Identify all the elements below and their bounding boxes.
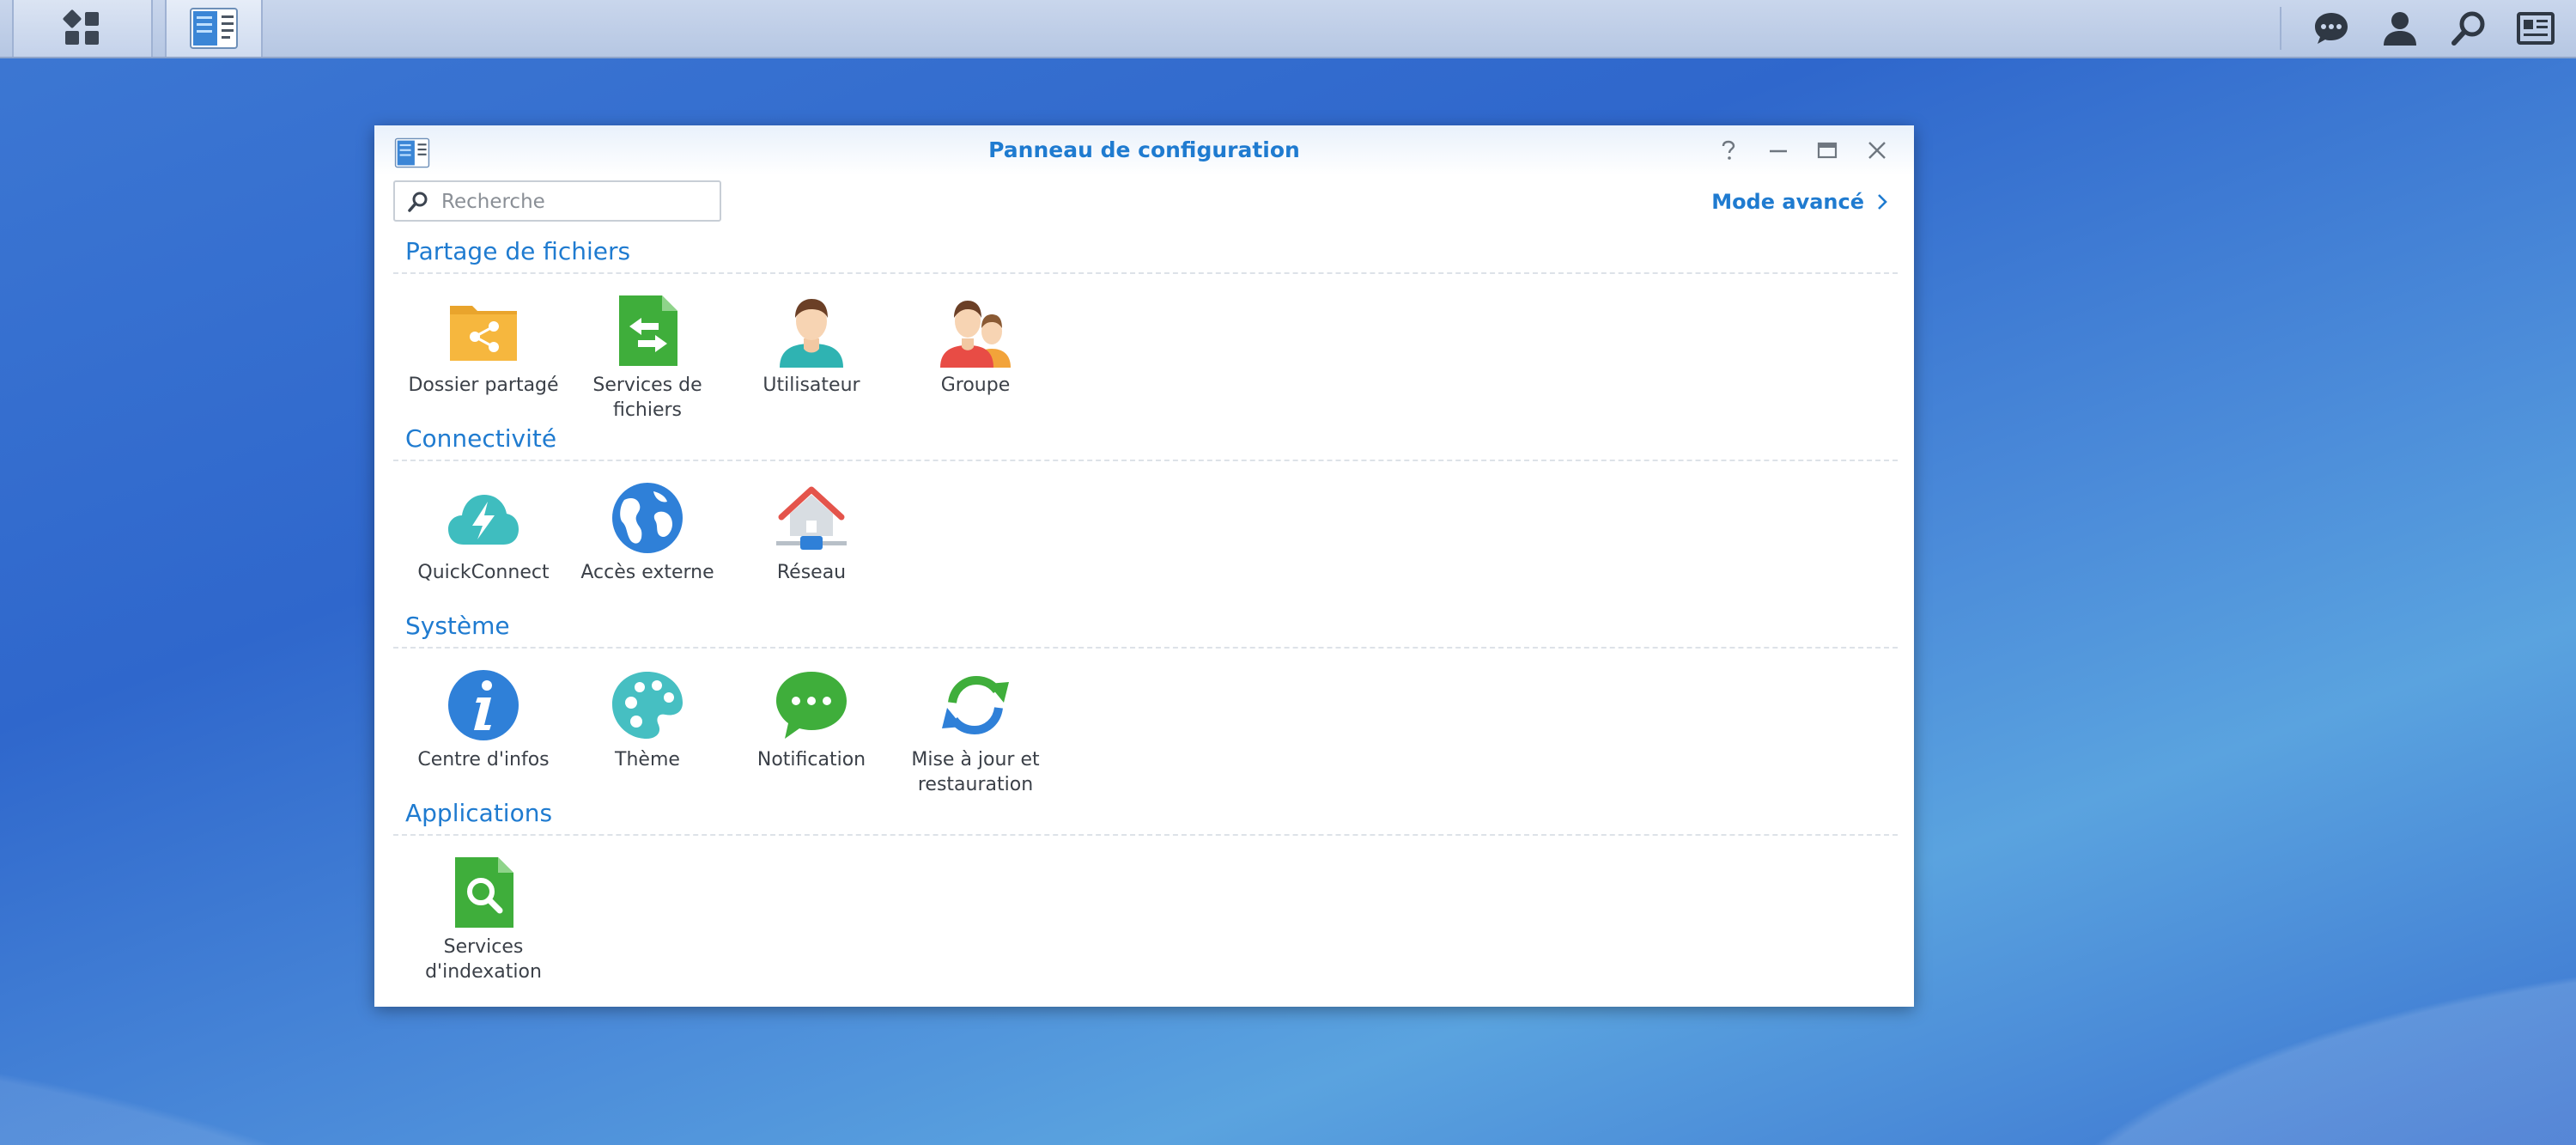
chevron-right-icon (1878, 194, 1887, 210)
item-info-center[interactable]: Centre d'infos (402, 668, 565, 772)
update-restore-icon (942, 675, 1009, 735)
search-icon (2451, 11, 2485, 46)
item-group[interactable]: Groupe (894, 294, 1057, 398)
chat-icon (2315, 13, 2348, 44)
file-services-icon (619, 295, 677, 366)
search-input[interactable] (440, 187, 718, 216)
item-theme[interactable]: Thème (566, 668, 729, 772)
section-divider (393, 834, 1898, 836)
window-titlebar[interactable]: Panneau de configuration (374, 125, 1914, 175)
taskbar (0, 0, 2576, 58)
main-menu-button[interactable] (12, 0, 153, 57)
search-box[interactable] (393, 180, 721, 222)
item-notification[interactable]: Notification (730, 668, 893, 772)
item-label: Accès externe (580, 562, 714, 583)
control-panel-taskbar-button[interactable] (165, 0, 263, 57)
item-update-restore[interactable]: Mise à jour et restauration (894, 668, 1057, 797)
close-button[interactable] (1864, 137, 1890, 163)
network-icon (776, 486, 847, 550)
item-label: Dossier partagé (408, 375, 559, 396)
minimize-button[interactable] (1765, 137, 1791, 163)
item-label: Utilisateur (762, 375, 860, 396)
user-icon (2384, 12, 2416, 46)
search-button[interactable] (2439, 0, 2499, 57)
taskbar-separator (2280, 7, 2281, 50)
notification-icon (776, 672, 847, 739)
item-external-access[interactable]: Accès externe (566, 481, 729, 585)
chat-button[interactable] (2301, 0, 2361, 57)
widgets-icon (2517, 12, 2555, 45)
window-title: Panneau de configuration (988, 137, 1300, 162)
shared-folder-icon (450, 306, 517, 361)
section-title-connectivity: Connectivité (405, 424, 557, 453)
section-divider (393, 272, 1898, 274)
group-icon (940, 301, 1011, 368)
section-title-applications: Applications (405, 799, 553, 827)
control-panel-icon (190, 8, 238, 49)
control-panel-window: Panneau de configuration Recherche Mode … (374, 125, 1914, 1007)
item-label: Mise à jour et restauration (911, 749, 1040, 795)
indexing-icon (455, 857, 513, 928)
item-file-services[interactable]: Services de fichiers (566, 294, 729, 423)
quickconnect-icon (448, 495, 519, 545)
item-quickconnect[interactable]: QuickConnect (402, 481, 565, 585)
item-user[interactable]: Utilisateur (730, 294, 893, 398)
section-divider (393, 460, 1898, 461)
item-label: Thème (615, 749, 680, 770)
palette-icon (612, 672, 683, 739)
item-label: Notification (756, 749, 866, 770)
section-divider (393, 647, 1898, 649)
item-label: Services d'indexation (425, 936, 542, 983)
item-indexing-services[interactable]: Services d'indexation (402, 856, 565, 984)
globe-icon (612, 483, 683, 553)
user-button[interactable] (2370, 0, 2430, 57)
close-icon (1868, 142, 1886, 159)
item-network[interactable]: Réseau (730, 481, 893, 585)
item-label: Réseau (776, 562, 847, 583)
info-icon (448, 670, 519, 740)
main-menu-icon (63, 9, 99, 45)
item-label: Centre d'infos (417, 749, 550, 770)
advanced-mode-link[interactable]: Mode avancé (1711, 187, 1888, 216)
user-icon (780, 299, 843, 368)
item-label: Services de fichiers (592, 375, 702, 421)
item-label: QuickConnect (417, 562, 550, 583)
section-title-file-sharing: Partage de fichiers (405, 237, 631, 265)
search-icon (408, 192, 428, 212)
widgets-button[interactable] (2506, 0, 2566, 57)
minimize-icon (1770, 149, 1787, 153)
maximize-button[interactable] (1814, 137, 1840, 163)
help-icon (1722, 140, 1735, 160)
help-button[interactable] (1716, 137, 1741, 163)
maximize-icon (1817, 142, 1838, 159)
advanced-mode-label: Mode avancé (1711, 190, 1864, 214)
item-shared-folder[interactable]: Dossier partagé (402, 294, 565, 398)
item-label: Groupe (940, 375, 1011, 396)
section-title-system: Système (405, 612, 510, 640)
